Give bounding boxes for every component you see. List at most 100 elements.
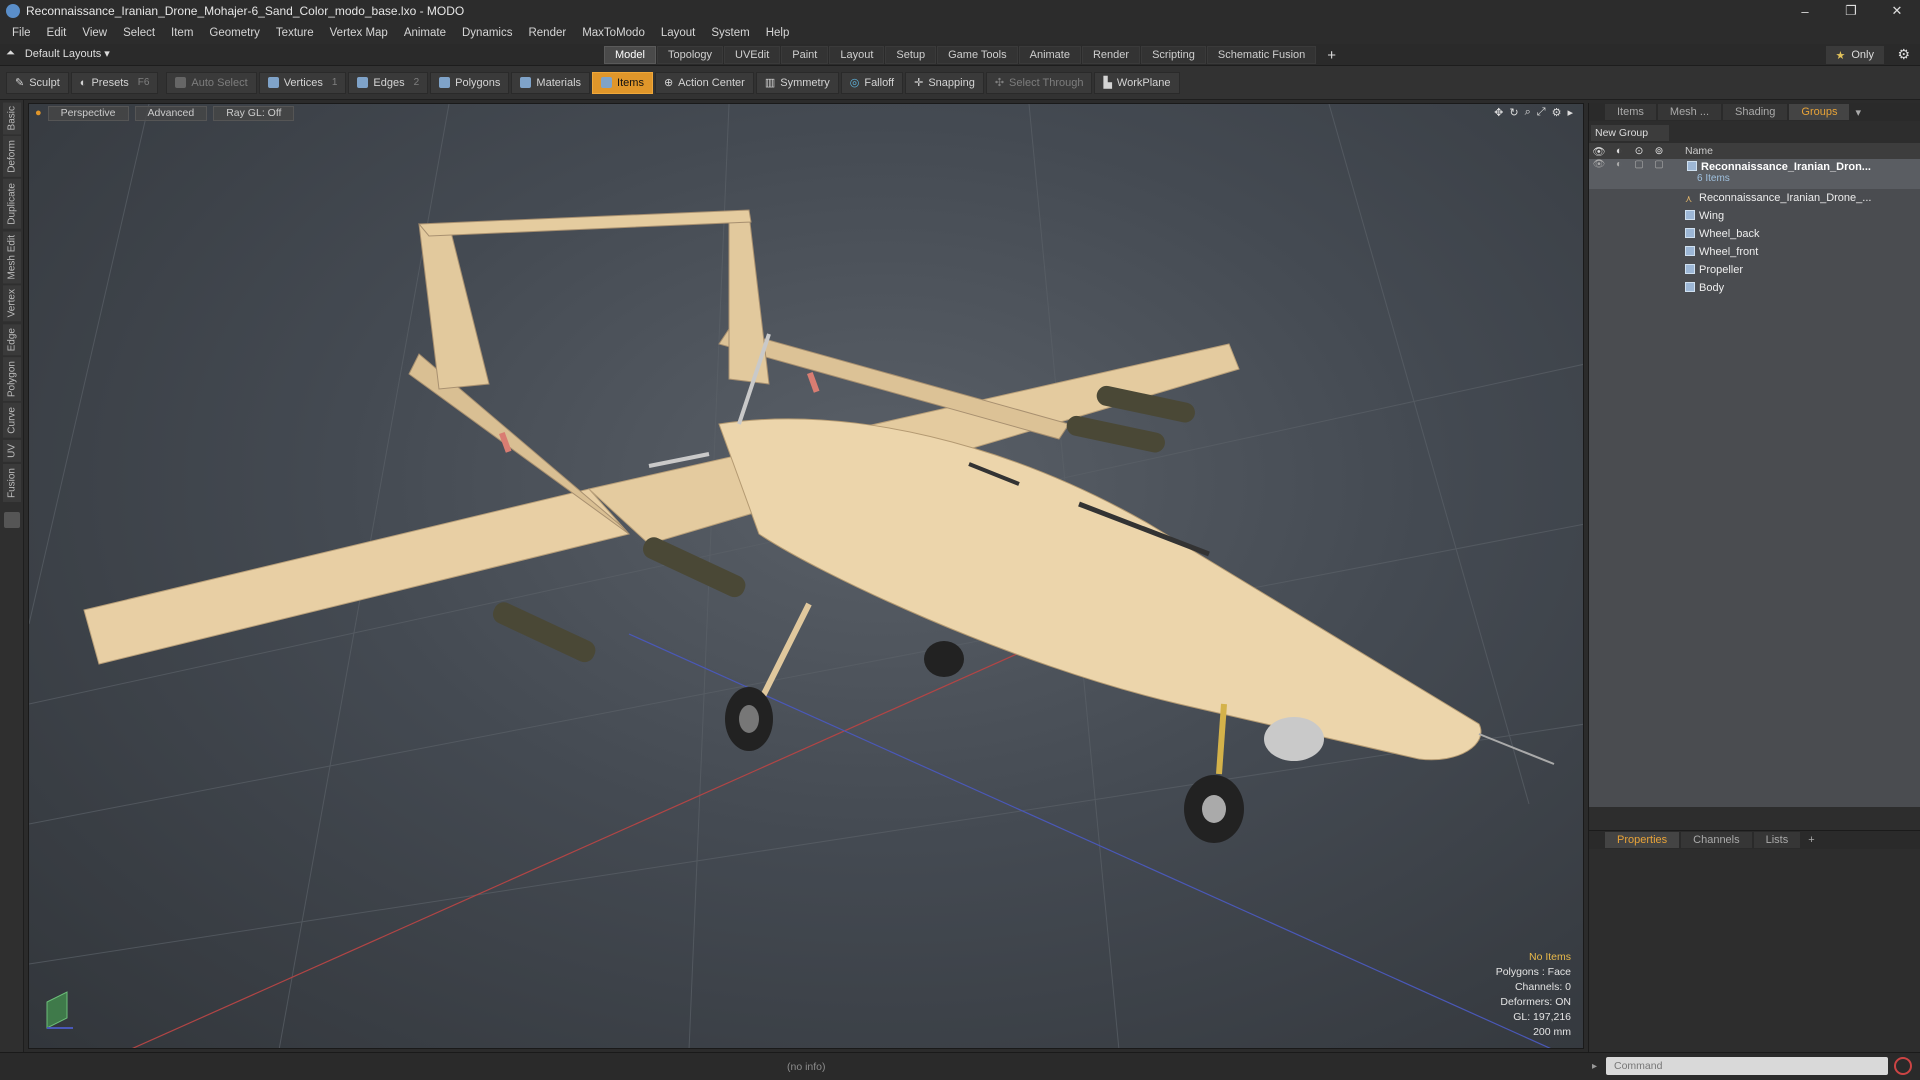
action-center-button[interactable]: ⊕ Action Center	[654, 71, 754, 94]
menu-view[interactable]: View	[74, 27, 115, 39]
pan-icon[interactable]: ✥	[1494, 106, 1503, 119]
maximize-button[interactable]: ❐	[1828, 0, 1874, 22]
tab-shading[interactable]: Shading	[1723, 104, 1788, 120]
visibility-eye-icon[interactable]: 👁	[1589, 159, 1609, 170]
list-item[interactable]: Wheel_front	[1589, 243, 1920, 261]
sculpt-button[interactable]: ✎ Sculpt	[6, 71, 69, 94]
group-row[interactable]: 👁 ◐ ▢ ▢ Reconnaissance_Iranian_Dron... 6 It…	[1589, 159, 1920, 189]
tab-paint[interactable]: Paint	[781, 46, 829, 64]
gear-icon[interactable]: ⚙	[1897, 46, 1910, 63]
left-tab-mesh-edit[interactable]: Mesh Edit	[3, 230, 21, 284]
tab-properties[interactable]: Properties	[1605, 832, 1680, 848]
lock-column-icon[interactable]: ⊙	[1629, 145, 1649, 157]
tab-setup[interactable]: Setup	[885, 46, 937, 64]
menu-layout[interactable]: Layout	[653, 27, 704, 39]
only-toggle-button[interactable]: ★ Only	[1825, 46, 1884, 64]
menu-animate[interactable]: Animate	[396, 27, 454, 39]
left-tab-basic[interactable]: Basic	[3, 102, 21, 135]
fit-icon[interactable]: ⤢	[1537, 106, 1546, 119]
menu-render[interactable]: Render	[520, 27, 574, 39]
select-toggle-icon[interactable]: ▢	[1649, 159, 1669, 170]
left-tab-deform[interactable]: Deform	[3, 136, 21, 178]
select-column-icon[interactable]: ⊚	[1649, 145, 1669, 157]
list-item[interactable]: Wheel_back	[1589, 225, 1920, 243]
tab-lists[interactable]: Lists	[1753, 832, 1801, 848]
tab-scripting[interactable]: Scripting	[1141, 46, 1206, 64]
add-tab-button[interactable]: +	[1317, 46, 1346, 64]
render-toggle-icon[interactable]: ◐	[1609, 159, 1629, 170]
tab-render[interactable]: Render	[1081, 46, 1141, 64]
collapse-icon[interactable]: ⏶	[6, 47, 15, 60]
minimize-button[interactable]: –	[1782, 0, 1828, 22]
left-tab-fusion[interactable]: Fusion	[3, 463, 21, 502]
raygl-button[interactable]: Ray GL: Off	[213, 105, 295, 121]
list-item[interactable]: ⋏ Reconnaissance_Iranian_Drone_...	[1589, 189, 1920, 207]
presets-button[interactable]: ◐ Presets F6	[70, 71, 159, 94]
menu-select[interactable]: Select	[115, 27, 163, 39]
tab-model[interactable]: Model	[604, 46, 656, 64]
list-item[interactable]: Propeller	[1589, 261, 1920, 279]
menu-texture[interactable]: Texture	[268, 27, 322, 39]
viewport-expand-icon[interactable]: ▸	[1567, 106, 1573, 119]
menu-vertex-map[interactable]: Vertex Map	[322, 27, 396, 39]
tab-layout[interactable]: Layout	[829, 46, 885, 64]
3d-viewport[interactable]: ● Perspective Advanced Ray GL: Off ✥ ↻ ⌕…	[28, 103, 1584, 1049]
render-column-icon[interactable]: ◐	[1609, 145, 1629, 157]
tab-channels[interactable]: Channels	[1681, 832, 1752, 848]
visibility-column-icon[interactable]: 👁	[1589, 145, 1609, 158]
rotate-icon[interactable]: ↻	[1509, 106, 1518, 119]
menu-system[interactable]: System	[703, 27, 757, 39]
command-arrow-icon[interactable]: ▸	[1592, 1061, 1597, 1072]
tab-animate[interactable]: Animate	[1018, 46, 1081, 64]
materials-button[interactable]: Materials	[511, 71, 591, 94]
command-input[interactable]: Command	[1606, 1057, 1888, 1075]
tab-topology[interactable]: Topology	[656, 46, 724, 64]
tab-game-tools[interactable]: Game Tools	[937, 46, 1018, 64]
vertices-button[interactable]: Vertices 1	[258, 71, 347, 94]
layout-selector[interactable]: ⏶ Default Layouts ▾	[6, 47, 110, 60]
name-column-header[interactable]: Name	[1685, 145, 1713, 157]
close-button[interactable]: ✕	[1874, 0, 1920, 22]
tab-schematic-fusion[interactable]: Schematic Fusion	[1206, 46, 1317, 64]
workplane-button[interactable]: ▙ WorkPlane	[1094, 71, 1180, 94]
select-through-button[interactable]: ✣ Select Through	[985, 71, 1093, 94]
toolbox-toggle[interactable]	[4, 511, 20, 528]
list-item[interactable]: Wing	[1589, 207, 1920, 225]
left-tab-uv[interactable]: UV	[3, 439, 21, 462]
tab-mesh[interactable]: Mesh ...	[1657, 104, 1722, 120]
snapping-button[interactable]: ✛ Snapping	[905, 71, 984, 94]
polygons-button[interactable]: Polygons	[430, 71, 510, 94]
tab-groups[interactable]: Groups	[1789, 104, 1850, 120]
new-group-button[interactable]: New Group	[1591, 125, 1669, 141]
workspace-tabs: Model Topology UVEdit Paint Layout Setup…	[604, 46, 1347, 64]
command-history-icon[interactable]	[1894, 1057, 1912, 1075]
add-tab-icon[interactable]: +	[1808, 834, 1814, 846]
layout-dropdown[interactable]: Default Layouts ▾	[25, 47, 110, 60]
left-tab-polygon[interactable]: Polygon	[3, 357, 21, 402]
left-tab-vertex[interactable]: Vertex	[3, 285, 21, 322]
menu-dynamics[interactable]: Dynamics	[454, 27, 520, 39]
left-tab-duplicate[interactable]: Duplicate	[3, 179, 21, 229]
tab-uvedit[interactable]: UVEdit	[724, 46, 781, 64]
items-button[interactable]: Items	[592, 71, 653, 94]
menu-maxtomodo[interactable]: MaxToModo	[574, 27, 653, 39]
menu-help[interactable]: Help	[758, 27, 798, 39]
panel-dropdown-icon[interactable]: ▾	[1855, 106, 1861, 119]
left-tab-curve[interactable]: Curve	[3, 403, 21, 438]
menu-item[interactable]: Item	[163, 27, 201, 39]
lock-toggle-icon[interactable]: ▢	[1629, 159, 1649, 170]
menu-edit[interactable]: Edit	[39, 27, 75, 39]
falloff-button[interactable]: ◎ Falloff	[840, 71, 904, 94]
viewport-settings-icon[interactable]: ⚙	[1552, 106, 1562, 119]
edges-button[interactable]: Edges 2	[348, 71, 429, 94]
auto-select-button[interactable]: Auto Select	[166, 71, 257, 94]
left-tab-edge[interactable]: Edge	[3, 323, 21, 356]
tab-items[interactable]: Items	[1605, 104, 1656, 120]
zoom-icon[interactable]: ⌕	[1525, 106, 1531, 119]
list-item[interactable]: Body	[1589, 279, 1920, 297]
menu-file[interactable]: File	[4, 27, 39, 39]
view-mode-button[interactable]: Perspective	[47, 105, 129, 121]
menu-geometry[interactable]: Geometry	[201, 27, 268, 39]
symmetry-button[interactable]: ▥ Symmetry	[755, 71, 839, 94]
shading-mode-button[interactable]: Advanced	[134, 105, 208, 121]
